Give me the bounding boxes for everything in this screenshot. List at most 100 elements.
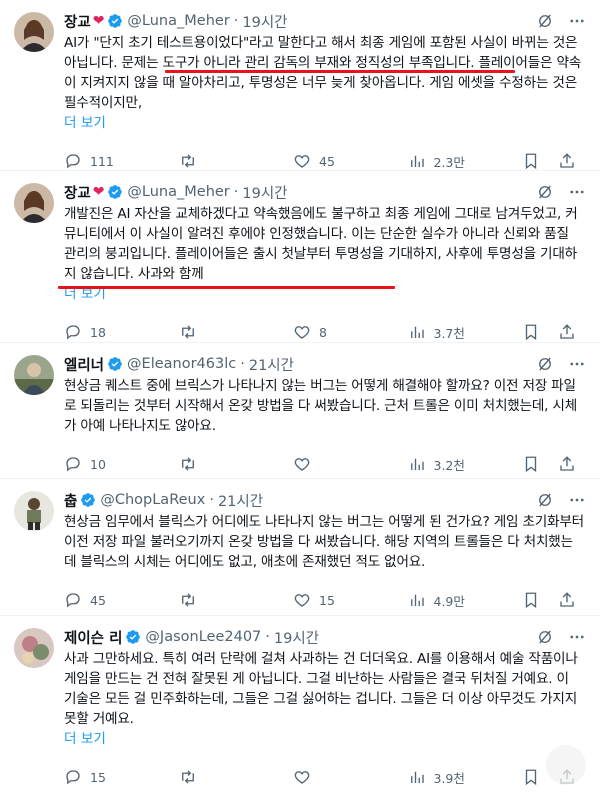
timestamp[interactable]: 21시간 [218,490,263,511]
retweet-button[interactable] [179,591,239,609]
avatar[interactable] [14,628,54,668]
like-button[interactable]: 45 [293,152,353,170]
tweet[interactable]: 제이슨 리 @JasonLee2407 · 19시간 사과 그만하세요. 특히 … [0,616,600,799]
like-icon [293,152,311,170]
retweet-icon [179,455,197,473]
views-icon [408,152,426,170]
bookmark-icon[interactable] [522,152,540,170]
reply-icon [64,591,82,609]
reply-button[interactable]: 18 [64,323,124,341]
views-count: 3.2천 [433,457,465,473]
reply-count: 45 [90,592,106,608]
grok-icon[interactable] [536,491,554,509]
like-button[interactable]: 8 [293,323,353,341]
like-button[interactable]: 15 [293,591,353,609]
tweet-header: 춥 @ChopLaReux · 21시간 [64,489,584,511]
avatar[interactable] [14,491,54,531]
tweet-header: 엘리너 @Eleanor463lc · 21시간 [64,353,584,375]
tweet[interactable]: 춥 @ChopLaReux · 21시간 현상금 임무에서 블릭스가 어디에도 … [0,479,600,616]
views-button[interactable]: 2.3만 [408,152,468,171]
more-icon[interactable] [568,183,586,201]
timestamp[interactable]: 19시간 [242,182,287,203]
show-more-link[interactable]: 더 보기 [64,729,584,749]
show-more-link[interactable]: 더 보기 [64,113,584,133]
handle[interactable]: @Eleanor463lc [127,356,236,372]
like-icon [293,455,311,473]
reply-count: 10 [90,456,106,472]
grok-icon[interactable] [536,12,554,30]
watermark-logo [546,745,586,785]
reply-icon [64,768,82,786]
timestamp[interactable]: 21시간 [249,354,294,375]
reply-button[interactable]: 10 [64,455,124,473]
display-name[interactable]: 엘리너 [64,354,104,375]
avatar[interactable] [14,12,54,52]
avatar[interactable] [14,355,54,395]
tweet-header: 장교 ❤ @Luna_Meher · 19시간 [64,10,584,32]
tweet-top-right [536,12,586,30]
views-button[interactable]: 3.7천 [408,323,468,342]
reply-button[interactable]: 111 [64,152,124,170]
views-icon [408,455,426,473]
grok-icon[interactable] [536,183,554,201]
share-icon[interactable] [558,323,576,341]
views-count: 3.9천 [433,770,465,786]
retweet-button[interactable] [179,768,239,786]
more-icon[interactable] [568,491,586,509]
handle[interactable]: @JasonLee2407 [145,629,261,645]
handle[interactable]: @ChopLaReux [100,492,205,508]
retweet-button[interactable] [179,152,239,170]
timestamp[interactable]: 19시간 [274,627,319,648]
share-icon[interactable] [558,455,576,473]
retweet-icon [179,152,197,170]
reply-icon [64,323,82,341]
bookmark-icon[interactable] [522,323,540,341]
reply-icon [64,455,82,473]
heart-emoji-icon: ❤ [92,13,105,29]
retweet-button[interactable] [179,323,239,341]
display-name[interactable]: 장교 [64,182,91,203]
share-icon[interactable] [558,152,576,170]
reply-count: 15 [90,769,106,785]
tweet-top-right [536,491,586,509]
grok-icon[interactable] [536,628,554,646]
tweet-top-right [536,628,586,646]
more-icon[interactable] [568,628,586,646]
display-name[interactable]: 제이슨 리 [64,627,122,648]
tweet-text: 현상금 퀘스트 중에 브릭스가 나타나지 않는 버그는 어떻게 해결해야 할까요… [64,378,578,434]
more-icon[interactable] [568,12,586,30]
tweet-text: 개발진은 AI 자산을 교체하겠다고 약속했음에도 불구하고 최종 게임에 그대… [64,206,578,282]
handle[interactable]: @Luna_Meher [127,13,229,29]
tweet[interactable]: 장교 ❤ @Luna_Meher · 19시간 AI가 "단지 초기 테스트용이… [0,0,600,171]
tweet-feed: 장교 ❤ @Luna_Meher · 19시간 AI가 "단지 초기 테스트용이… [0,0,600,799]
bookmark-icon[interactable] [522,591,540,609]
tweet-header: 제이슨 리 @JasonLee2407 · 19시간 [64,626,584,648]
tweet-actions: 15 3.9천 [64,761,584,793]
display-name[interactable]: 춥 [64,490,77,511]
avatar[interactable] [14,183,54,223]
reply-count: 18 [90,324,106,340]
reply-count: 111 [90,153,114,169]
bookmark-icon[interactable] [522,455,540,473]
views-button[interactable]: 3.2천 [408,455,468,474]
views-button[interactable]: 3.9천 [408,768,468,787]
views-button[interactable]: 4.9만 [408,591,468,610]
like-button[interactable] [293,455,353,473]
reply-button[interactable]: 45 [64,591,124,609]
highlight-underline [165,70,515,73]
handle[interactable]: @Luna_Meher [127,184,229,200]
tweet[interactable]: 엘리너 @Eleanor463lc · 21시간 현상금 퀘스트 중에 브릭스가… [0,343,600,479]
like-icon [293,323,311,341]
tweet-text: 사과 그만하세요. 특히 여러 단락에 걸쳐 사과하는 건 더더욱요. AI를 … [64,651,578,727]
highlight-underline [58,286,395,289]
bookmark-icon[interactable] [522,768,540,786]
display-name[interactable]: 장교 [64,11,91,32]
timestamp[interactable]: 19시간 [242,11,287,32]
share-icon[interactable] [558,591,576,609]
like-button[interactable] [293,768,353,786]
grok-icon[interactable] [536,355,554,373]
retweet-button[interactable] [179,455,239,473]
more-icon[interactable] [568,355,586,373]
reply-button[interactable]: 15 [64,768,124,786]
tweet[interactable]: 장교 ❤ @Luna_Meher · 19시간 개발진은 AI 자산을 교체하겠… [0,171,600,343]
